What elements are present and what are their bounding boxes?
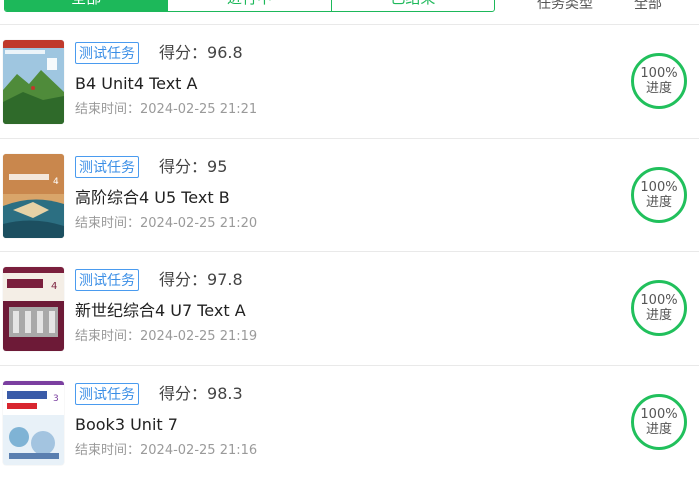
- task-title: 新世纪综合4 U7 Text A: [75, 300, 246, 322]
- progress-ring: 100% 进度: [631, 280, 687, 336]
- task-row[interactable]: 3 测试任务 得分：98.3 Book3 Unit 7 结束时间：2024-02…: [0, 365, 699, 478]
- book-cover-image: [3, 40, 64, 124]
- task-type-badge: 测试任务: [75, 42, 139, 64]
- task-title: B4 Unit4 Text A: [75, 73, 197, 95]
- task-list: 测试任务 得分：96.8 B4 Unit4 Text A 结束时间：2024-0…: [0, 24, 699, 478]
- score: 得分：98.3: [159, 383, 243, 405]
- status-tab-group: 全部 进行中 已结束: [4, 0, 495, 12]
- task-row[interactable]: 4 测试任务 得分：95 高阶综合4 U5 Text B 结束时间：2024-0…: [0, 138, 699, 252]
- end-time: 结束时间：2024-02-25 21:20: [75, 214, 257, 234]
- end-time: 结束时间：2024-02-25 21:21: [75, 100, 257, 120]
- progress-ring: 100% 进度: [631, 53, 687, 109]
- progress-ring: 100% 进度: [631, 394, 687, 450]
- task-title: Book3 Unit 7: [75, 414, 178, 436]
- task-row[interactable]: 测试任务 得分：96.8 B4 Unit4 Text A 结束时间：2024-0…: [0, 24, 699, 138]
- svg-text:3: 3: [53, 394, 59, 404]
- score: 得分：96.8: [159, 42, 243, 64]
- task-title: 高阶综合4 U5 Text B: [75, 187, 230, 209]
- task-type-badge: 测试任务: [75, 383, 139, 405]
- progress-ring: 100% 进度: [631, 167, 687, 223]
- book-cover-image: 3: [3, 381, 64, 465]
- svg-text:4: 4: [51, 281, 57, 292]
- scope-filter[interactable]: 全部: [634, 0, 662, 13]
- end-time: 结束时间：2024-02-25 21:16: [75, 441, 257, 461]
- task-type-badge: 测试任务: [75, 269, 139, 291]
- tab-ended[interactable]: 已结束: [332, 0, 494, 11]
- svg-text:4: 4: [53, 177, 59, 187]
- score: 得分：97.8: [159, 269, 243, 291]
- tab-all[interactable]: 全部: [5, 0, 168, 11]
- task-type-badge: 测试任务: [75, 156, 139, 178]
- book-cover-image: 4: [3, 154, 64, 238]
- top-bar: 全部 进行中 已结束 任务类型 全部: [0, 0, 699, 24]
- book-cover-image: 4: [3, 267, 64, 351]
- task-type-filter[interactable]: 任务类型: [537, 0, 593, 13]
- score: 得分：95: [159, 156, 227, 178]
- end-time: 结束时间：2024-02-25 21:19: [75, 327, 257, 347]
- task-row[interactable]: 4 测试任务 得分：97.8 新世纪综合4 U7 Text A 结束时间：202…: [0, 251, 699, 365]
- tab-in-progress[interactable]: 进行中: [168, 0, 331, 11]
